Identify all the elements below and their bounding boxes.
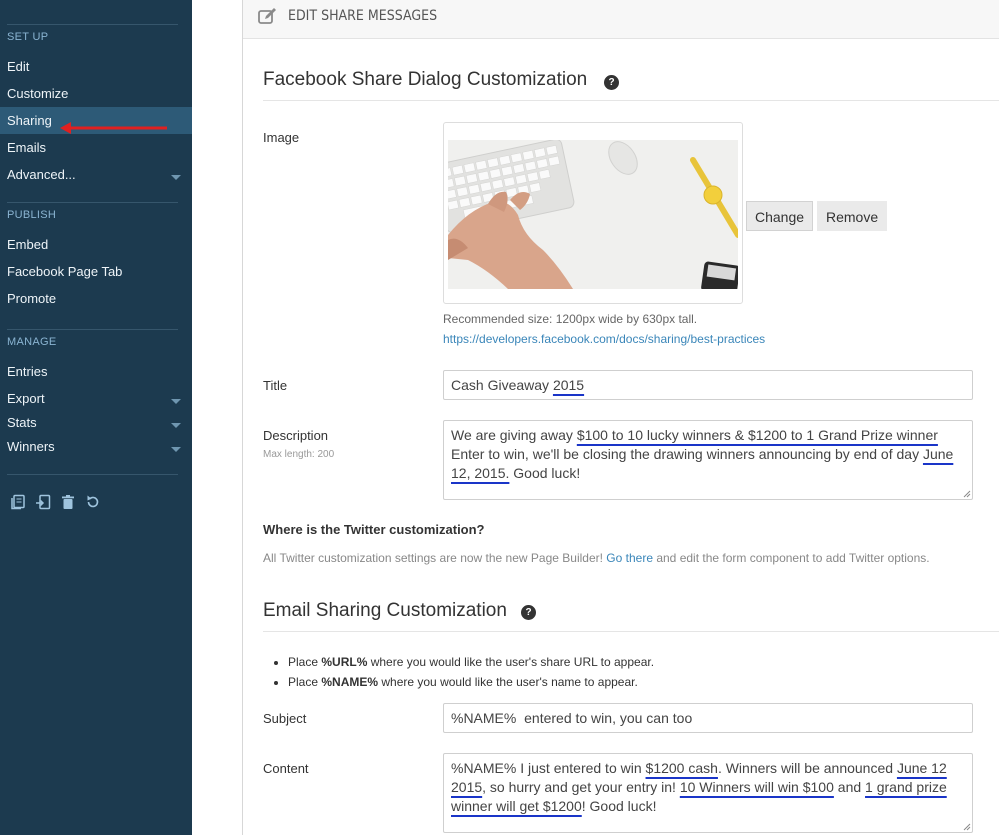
facebook-section-title: Facebook Share Dialog Customization bbox=[263, 69, 588, 90]
copy-icon[interactable] bbox=[10, 494, 26, 510]
share-image-photo bbox=[448, 140, 738, 289]
section-divider bbox=[263, 100, 999, 101]
twitter-note-text: and edit the form component to add Twitt… bbox=[653, 551, 930, 565]
import-icon[interactable] bbox=[35, 494, 51, 510]
hint-text: where you would like the user's name to … bbox=[378, 675, 638, 689]
subject-label: Subject bbox=[263, 711, 307, 726]
trash-icon[interactable] bbox=[60, 494, 76, 510]
share-title-input[interactable]: Cash Giveaway 2015 bbox=[443, 370, 973, 400]
resize-handle-icon[interactable] bbox=[963, 823, 971, 831]
chevron-down-icon bbox=[171, 399, 181, 404]
hint-token: %NAME% bbox=[321, 675, 379, 689]
image-label: Image bbox=[263, 130, 300, 145]
description-max-length: Max length: 200 bbox=[263, 449, 335, 460]
email-content-textarea[interactable]: %NAME% I just entered to win $1200 cash.… bbox=[443, 753, 973, 833]
share-description-textarea[interactable]: We are giving away $100 to 10 lucky winn… bbox=[443, 420, 973, 500]
sidebar-item-export[interactable]: Export bbox=[0, 385, 192, 412]
page-title: EDIT SHARE MESSAGES bbox=[288, 8, 438, 24]
content-text: , so hurry and get your entry in! bbox=[482, 779, 680, 795]
content-text: and bbox=[833, 779, 866, 795]
email-section-title: Email Sharing Customization bbox=[263, 600, 507, 621]
title-text: Cash Giveaway bbox=[451, 377, 553, 393]
sidebar: SET UP Edit Customize Sharing Emails Adv… bbox=[0, 0, 192, 835]
help-icon[interactable]: ? bbox=[521, 605, 536, 620]
remove-image-button[interactable]: Remove bbox=[817, 201, 888, 231]
content-text: ! Good luck! bbox=[581, 798, 657, 814]
sidebar-item-label: Advanced... bbox=[7, 167, 76, 182]
twitter-note-text: All Twitter customization settings are n… bbox=[263, 551, 607, 565]
sidebar-section-setup: SET UP bbox=[7, 31, 49, 43]
sidebar-toolbar bbox=[10, 494, 101, 510]
best-practices-link[interactable]: https://developers.facebook.com/docs/sha… bbox=[443, 332, 765, 346]
go-there-link[interactable]: Go there bbox=[606, 551, 653, 565]
share-image bbox=[448, 140, 738, 289]
title-label: Title bbox=[263, 378, 288, 393]
description-text: We are giving away bbox=[451, 427, 577, 443]
edit-icon bbox=[257, 6, 279, 26]
content-border bbox=[242, 0, 243, 835]
section-divider bbox=[263, 631, 999, 632]
sidebar-section-manage: MANAGE bbox=[7, 336, 57, 348]
description-text-highlight: $100 to 10 lucky winners & $1200 to 1 Gr… bbox=[576, 427, 938, 443]
content-text: . Winners will be announced bbox=[717, 760, 897, 776]
sidebar-item-emails[interactable]: Emails bbox=[0, 134, 192, 161]
sidebar-divider bbox=[7, 329, 178, 330]
sidebar-divider bbox=[7, 474, 178, 475]
sidebar-item-embed[interactable]: Embed bbox=[0, 231, 192, 258]
sidebar-item-label: Export bbox=[7, 391, 45, 406]
title-text-highlight: 2015 bbox=[552, 377, 585, 393]
sidebar-item-edit[interactable]: Edit bbox=[0, 53, 192, 80]
chevron-down-icon bbox=[171, 423, 181, 428]
reset-icon[interactable] bbox=[85, 494, 101, 510]
hint-token: %URL% bbox=[321, 655, 368, 669]
sidebar-item-stats[interactable]: Stats bbox=[0, 409, 192, 436]
sidebar-section-publish: PUBLISH bbox=[7, 209, 57, 221]
sidebar-item-advanced[interactable]: Advanced... bbox=[0, 161, 192, 188]
description-text: Enter to win, we'll be closing the drawi… bbox=[451, 446, 923, 462]
hint-text: Place bbox=[288, 675, 322, 689]
change-image-button[interactable]: Change bbox=[746, 201, 814, 231]
sidebar-item-label: Winners bbox=[7, 439, 55, 454]
help-icon[interactable]: ? bbox=[604, 75, 619, 90]
sidebar-item-entries[interactable]: Entries bbox=[0, 358, 192, 385]
description-label: Description bbox=[263, 428, 329, 443]
chevron-down-icon bbox=[171, 175, 181, 180]
sidebar-item-facebook-page-tab[interactable]: Facebook Page Tab bbox=[0, 258, 192, 285]
sidebar-divider bbox=[7, 24, 178, 25]
hint-text: Place bbox=[288, 655, 322, 669]
content-text-highlight: $1200 cash bbox=[645, 760, 718, 776]
content-label: Content bbox=[263, 761, 309, 776]
url-placeholder-hint: Place %URL% where you would like the use… bbox=[288, 654, 654, 674]
sidebar-item-customize[interactable]: Customize bbox=[0, 80, 192, 107]
sidebar-item-label: Stats bbox=[7, 415, 37, 430]
twitter-heading: Where is the Twitter customization? bbox=[263, 522, 485, 537]
twitter-note: All Twitter customization settings are n… bbox=[263, 551, 930, 565]
content-text-highlight: 10 Winners will win $100 bbox=[679, 779, 834, 795]
recommended-size-hint: Recommended size: 1200px wide by 630px t… bbox=[443, 312, 698, 326]
sidebar-item-winners[interactable]: Winners bbox=[0, 433, 192, 460]
email-placeholder-hints: Place %URL% where you would like the use… bbox=[288, 654, 654, 694]
name-placeholder-hint: Place %NAME% where you would like the us… bbox=[288, 674, 654, 694]
email-subject-input[interactable]: %NAME% entered to win, you can too bbox=[443, 703, 973, 733]
resize-handle-icon[interactable] bbox=[963, 490, 971, 498]
description-text: Good luck! bbox=[509, 465, 581, 481]
sidebar-divider bbox=[7, 202, 178, 203]
content-text: %NAME% I just entered to win bbox=[451, 760, 646, 776]
hint-text: where you would like the user's share UR… bbox=[367, 655, 655, 669]
chevron-down-icon bbox=[171, 447, 181, 452]
annotation-arrow bbox=[60, 122, 167, 134]
sidebar-item-promote[interactable]: Promote bbox=[0, 285, 192, 312]
page-header: EDIT SHARE MESSAGES bbox=[243, 0, 999, 39]
